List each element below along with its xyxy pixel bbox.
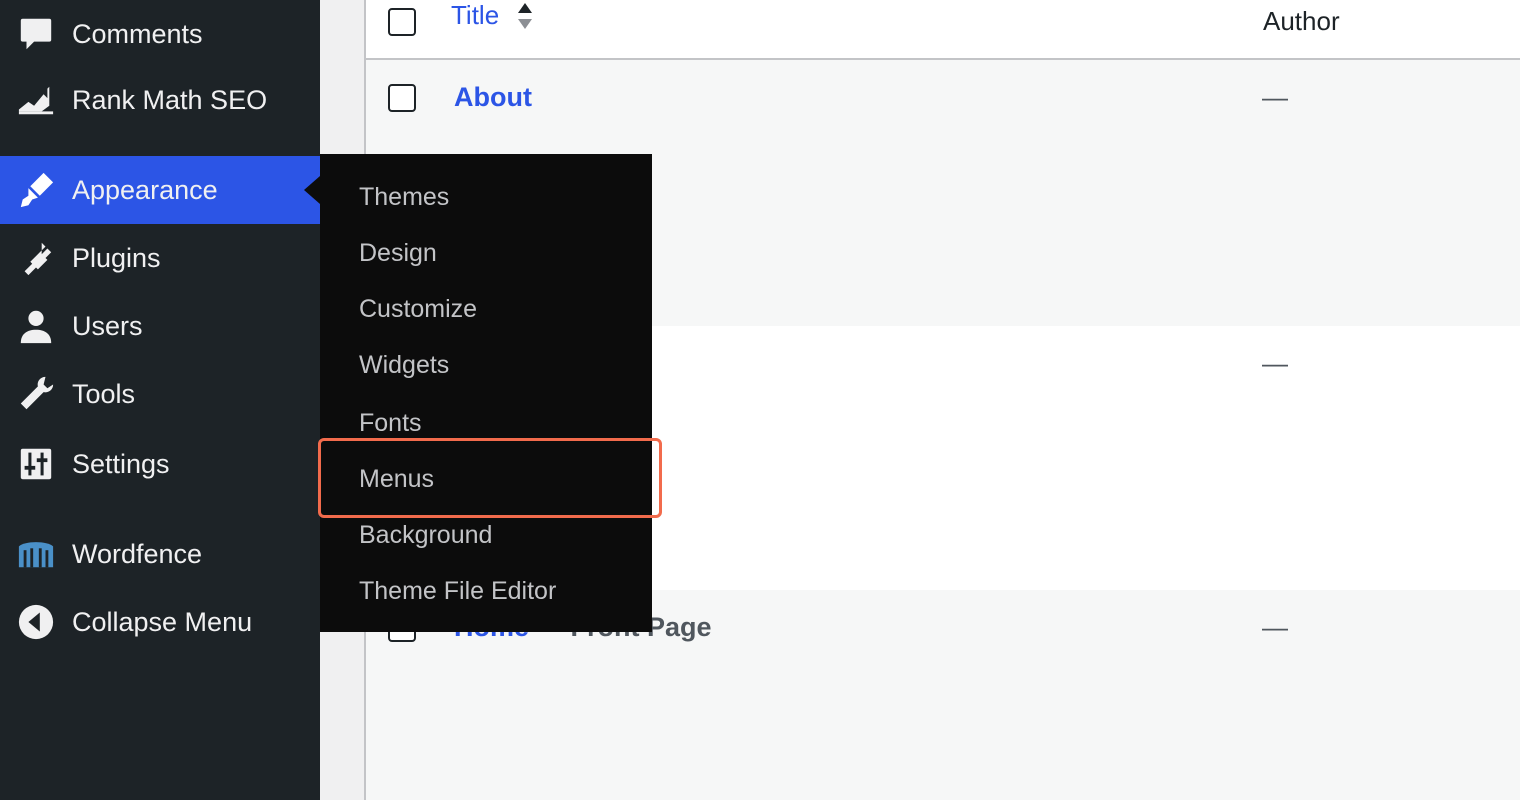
paintbrush-icon	[16, 170, 56, 210]
submenu-item-themes[interactable]: Themes	[320, 169, 652, 225]
sidebar-item-wordfence[interactable]: Wordfence	[0, 520, 320, 588]
row-author-value: —	[1262, 348, 1288, 378]
sidebar-item-label: Settings	[72, 448, 170, 479]
submenu-item-label: Menus	[359, 464, 435, 493]
appearance-submenu: Themes Design Customize Widgets Fonts Me…	[320, 154, 652, 632]
flyout-pointer	[304, 176, 320, 204]
sidebar-item-label: Wordfence	[72, 538, 203, 569]
row-title-link[interactable]: About	[454, 82, 532, 113]
plugin-icon	[16, 238, 56, 278]
submenu-item-label: Fonts	[359, 408, 422, 437]
sidebar-item-users[interactable]: Users	[0, 292, 320, 360]
submenu-item-menus[interactable]: Menus	[320, 451, 652, 507]
sidebar-item-label: Plugins	[72, 242, 161, 273]
column-author-label: Author	[1263, 6, 1340, 36]
sidebar-item-label: Rank Math SEO	[72, 84, 268, 115]
submenu-item-label: Theme File Editor	[359, 576, 557, 605]
sidebar-item-appearance[interactable]: Appearance	[8, 156, 320, 224]
sidebar-item-label: Tools	[72, 378, 136, 409]
sort-arrows-icon[interactable]	[514, 2, 536, 30]
submenu-item-widgets[interactable]: Widgets	[320, 337, 652, 393]
submenu-item-label: Background	[359, 520, 493, 549]
submenu-item-label: Themes	[359, 182, 450, 211]
sidebar-item-settings[interactable]: Settings	[0, 430, 320, 498]
submenu-item-background[interactable]: Background	[320, 507, 652, 563]
sidebar-item-plugins[interactable]: Plugins	[0, 224, 320, 292]
active-indicator	[0, 156, 8, 224]
column-title-label: Title	[451, 0, 500, 30]
sidebar-item-label: Users	[72, 310, 143, 341]
wordfence-icon	[16, 534, 56, 574]
rank-math-icon	[16, 80, 56, 120]
settings-sliders-icon	[16, 444, 56, 484]
sidebar-item-label: Appearance	[72, 174, 218, 205]
sidebar-item-label: Collapse Menu	[72, 606, 253, 637]
sidebar-item-tools[interactable]: Tools	[0, 360, 320, 428]
collapse-menu-button[interactable]: Collapse Menu	[0, 588, 320, 656]
user-icon	[16, 306, 56, 346]
row-author-value: —	[1262, 612, 1288, 642]
admin-sidebar: Comments Rank Math SEO Appearance Plugin…	[0, 0, 320, 800]
collapse-arrow-icon	[16, 602, 56, 642]
row-checkbox[interactable]	[388, 84, 416, 112]
comment-icon	[16, 14, 56, 54]
column-title-sort-link[interactable]: Title	[451, 0, 499, 31]
select-all-checkbox[interactable]	[388, 8, 416, 36]
submenu-item-label: Customize	[359, 294, 478, 323]
submenu-item-label: Design	[359, 238, 437, 267]
table-header: Title Author	[366, 0, 1520, 60]
submenu-item-design[interactable]: Design	[320, 225, 652, 281]
submenu-item-theme-file-editor[interactable]: Theme File Editor	[320, 563, 652, 619]
sidebar-item-comments[interactable]: Comments	[0, 0, 320, 68]
submenu-item-label: Widgets	[359, 350, 450, 379]
sidebar-item-label: Comments	[72, 18, 203, 49]
submenu-item-fonts[interactable]: Fonts	[320, 395, 652, 451]
wrench-icon	[16, 374, 56, 414]
row-author-value: —	[1262, 82, 1288, 112]
sidebar-item-rank-math-seo[interactable]: Rank Math SEO	[0, 66, 320, 134]
submenu-item-customize[interactable]: Customize	[320, 281, 652, 337]
